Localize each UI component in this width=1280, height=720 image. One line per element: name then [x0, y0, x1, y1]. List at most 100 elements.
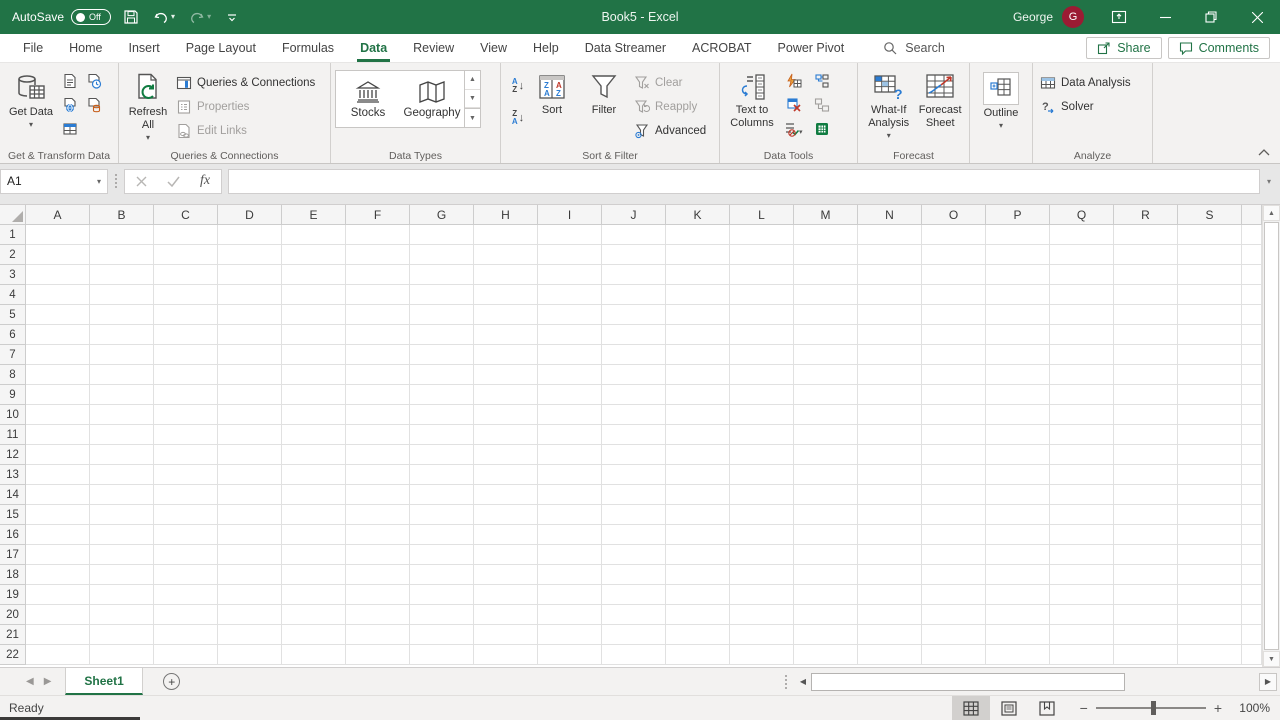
grid-cell-A22[interactable] [26, 645, 90, 665]
grid-cell-F1[interactable] [346, 225, 410, 245]
grid-cell-N20[interactable] [858, 605, 922, 625]
grid-cell-P3[interactable] [986, 265, 1050, 285]
grid-cell-I1[interactable] [538, 225, 602, 245]
grid-cell-Q11[interactable] [1050, 425, 1114, 445]
grid-cell-I18[interactable] [538, 565, 602, 585]
grid-cell-A2[interactable] [26, 245, 90, 265]
grid-cell-J8[interactable] [602, 365, 666, 385]
grid-cell-G9[interactable] [410, 385, 474, 405]
grid-cell-C6[interactable] [154, 325, 218, 345]
grid-cell-E2[interactable] [282, 245, 346, 265]
sheet-nav-left-icon[interactable]: ◀ [26, 676, 34, 687]
geography-button[interactable]: Geography [400, 71, 464, 127]
grid-cell-K3[interactable] [666, 265, 730, 285]
grid-cell-E11[interactable] [282, 425, 346, 445]
row-header-16[interactable]: 16 [0, 525, 26, 545]
grid-cell-H17[interactable] [474, 545, 538, 565]
grid-cell-J12[interactable] [602, 445, 666, 465]
grid-cell-M21[interactable] [794, 625, 858, 645]
grid-cell-N3[interactable] [858, 265, 922, 285]
grid-cell-D3[interactable] [218, 265, 282, 285]
grid-cell-K14[interactable] [666, 485, 730, 505]
grid-cell-E1[interactable] [282, 225, 346, 245]
grid-cell-K21[interactable] [666, 625, 730, 645]
grid-cell-L21[interactable] [730, 625, 794, 645]
grid-cell-J10[interactable] [602, 405, 666, 425]
grid-cell-partial-1[interactable] [1242, 225, 1262, 245]
grid-cell-C3[interactable] [154, 265, 218, 285]
grid-cell-M3[interactable] [794, 265, 858, 285]
grid-cell-Q14[interactable] [1050, 485, 1114, 505]
grid-cell-D17[interactable] [218, 545, 282, 565]
outline-button[interactable]: Outline ▾ [974, 66, 1028, 148]
grid-cell-N7[interactable] [858, 345, 922, 365]
grid-cell-N21[interactable] [858, 625, 922, 645]
page-layout-view-button[interactable] [990, 696, 1028, 720]
grid-cell-Q17[interactable] [1050, 545, 1114, 565]
row-header-6[interactable]: 6 [0, 325, 26, 345]
column-header-O[interactable]: O [922, 205, 986, 225]
grid-cell-B11[interactable] [90, 425, 154, 445]
grid-cell-S19[interactable] [1178, 585, 1242, 605]
grid-cell-L17[interactable] [730, 545, 794, 565]
grid-cell-R12[interactable] [1114, 445, 1178, 465]
from-table-range-button[interactable] [58, 117, 82, 141]
grid-cell-D22[interactable] [218, 645, 282, 665]
grid-cell-L2[interactable] [730, 245, 794, 265]
grid-cell-O11[interactable] [922, 425, 986, 445]
grid-cell-G21[interactable] [410, 625, 474, 645]
grid-cell-partial-8[interactable] [1242, 365, 1262, 385]
relationships-button[interactable] [808, 93, 836, 117]
grid-cell-J14[interactable] [602, 485, 666, 505]
column-header-J[interactable]: J [602, 205, 666, 225]
grid-cell-P15[interactable] [986, 505, 1050, 525]
grid-cell-P20[interactable] [986, 605, 1050, 625]
grid-cell-C14[interactable] [154, 485, 218, 505]
grid-cell-O7[interactable] [922, 345, 986, 365]
grid-cell-F2[interactable] [346, 245, 410, 265]
row-header-13[interactable]: 13 [0, 465, 26, 485]
grid-cell-R10[interactable] [1114, 405, 1178, 425]
grid-cell-Q2[interactable] [1050, 245, 1114, 265]
text-to-columns-button[interactable]: Text to Columns [724, 66, 780, 148]
grid-cell-R7[interactable] [1114, 345, 1178, 365]
grid-cell-O2[interactable] [922, 245, 986, 265]
grid-cell-H18[interactable] [474, 565, 538, 585]
grid-cell-D6[interactable] [218, 325, 282, 345]
grid-cell-N11[interactable] [858, 425, 922, 445]
grid-cell-C20[interactable] [154, 605, 218, 625]
grid-cell-G10[interactable] [410, 405, 474, 425]
grid-cell-partial-2[interactable] [1242, 245, 1262, 265]
grid-cell-K17[interactable] [666, 545, 730, 565]
grid-cell-O21[interactable] [922, 625, 986, 645]
grid-cell-F7[interactable] [346, 345, 410, 365]
cancel-button[interactable] [125, 170, 157, 193]
zoom-slider-handle[interactable] [1151, 701, 1156, 715]
grid-cell-P22[interactable] [986, 645, 1050, 665]
grid-cell-J19[interactable] [602, 585, 666, 605]
grid-cell-P10[interactable] [986, 405, 1050, 425]
grid-cell-partial-9[interactable] [1242, 385, 1262, 405]
row-header-21[interactable]: 21 [0, 625, 26, 645]
grid-cell-I10[interactable] [538, 405, 602, 425]
undo-button[interactable]: ▾ [151, 5, 177, 29]
grid-cell-F5[interactable] [346, 305, 410, 325]
grid-cell-R15[interactable] [1114, 505, 1178, 525]
grid-cell-R13[interactable] [1114, 465, 1178, 485]
grid-cell-I7[interactable] [538, 345, 602, 365]
grid-cell-B18[interactable] [90, 565, 154, 585]
gallery-up-button[interactable]: ▲ [465, 71, 480, 90]
grid-cell-Q18[interactable] [1050, 565, 1114, 585]
grid-cell-Q12[interactable] [1050, 445, 1114, 465]
grid-cell-K19[interactable] [666, 585, 730, 605]
grid-cell-L14[interactable] [730, 485, 794, 505]
grid-cell-H7[interactable] [474, 345, 538, 365]
grid-cell-H1[interactable] [474, 225, 538, 245]
grid-cell-F11[interactable] [346, 425, 410, 445]
grid-cell-Q15[interactable] [1050, 505, 1114, 525]
grid-cell-M1[interactable] [794, 225, 858, 245]
grid-cell-Q3[interactable] [1050, 265, 1114, 285]
grid-cell-H15[interactable] [474, 505, 538, 525]
data-analysis-button[interactable]: Data Analysis [1037, 72, 1134, 93]
row-header-20[interactable]: 20 [0, 605, 26, 625]
